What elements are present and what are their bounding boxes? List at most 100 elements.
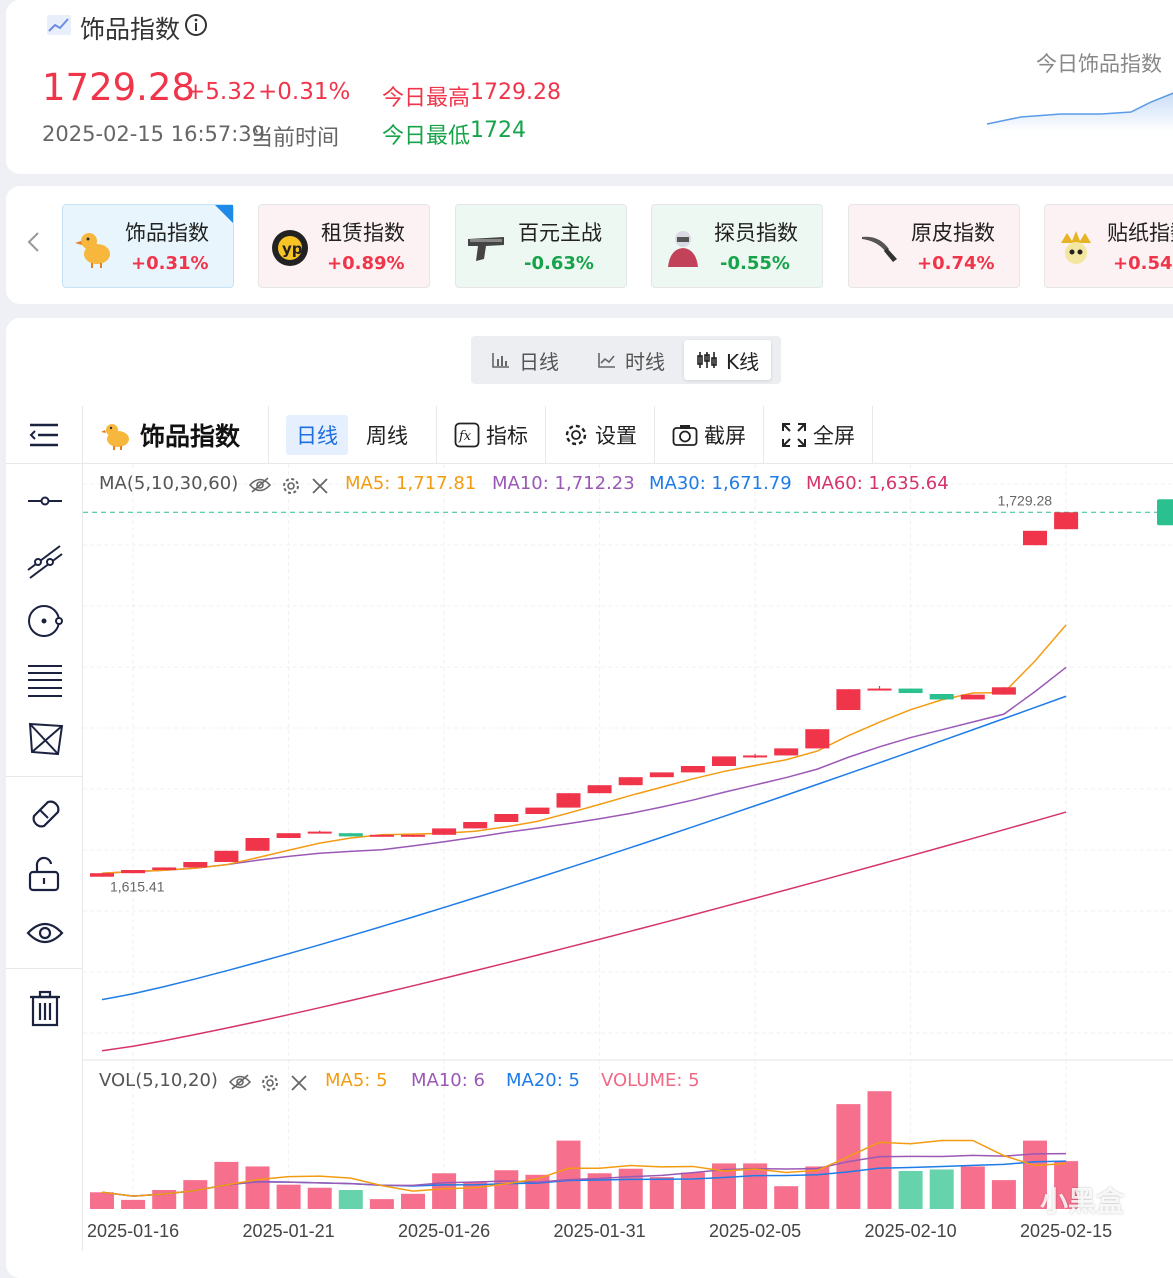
candle-body [121, 870, 146, 874]
candle-body [960, 694, 985, 700]
toolbar-divider [82, 406, 83, 464]
volume-bar [774, 1186, 799, 1209]
ma-close-icon[interactable] [311, 477, 329, 495]
candle-body [183, 862, 208, 868]
candle-body [432, 828, 457, 835]
settings-label: 设置 [595, 424, 637, 448]
x-tick-label: 2025-02-05 [709, 1221, 801, 1241]
svg-text:yp: yp [282, 240, 303, 258]
current-time-label: 当前时间 [251, 126, 340, 151]
index-card-name: 租赁指数 [321, 221, 405, 245]
volume-bar [898, 1171, 923, 1209]
hide-vol-eye-icon[interactable] [229, 1073, 251, 1091]
tools-group-divider [6, 968, 82, 969]
screenshot-label: 截屏 [704, 424, 746, 448]
volume-bar [618, 1168, 643, 1209]
info-icon[interactable] [184, 13, 208, 41]
kline-chart[interactable]: 1,729.28 1,615.41 2025-01-16 2025-01-21 2025… [83, 464, 1173, 1251]
camera-icon [672, 425, 698, 446]
drawing-menu-button[interactable] [28, 406, 60, 464]
fullscreen-button[interactable]: 全屏 [781, 406, 855, 464]
trash-icon[interactable] [28, 990, 62, 1028]
visibility-eye-icon[interactable] [26, 918, 64, 948]
tab-kline[interactable]: K线 [684, 340, 772, 380]
volume-bar [401, 1193, 425, 1209]
vol-ma10-value: MA10: 6 [411, 1070, 485, 1091]
index-card-name: 百元主战 [518, 221, 602, 245]
x-tick-label: 2025-01-31 [554, 1221, 646, 1241]
volume-bar [432, 1173, 457, 1209]
index-card[interactable]: 百元主战 -0.63% [455, 204, 627, 288]
candle-body [1023, 530, 1047, 546]
volume-bar [649, 1177, 674, 1209]
last-price-mark: 1,729.28 [998, 492, 1053, 508]
function-icon: fx [454, 422, 480, 448]
index-card[interactable]: yp 租赁指数 +0.89% [258, 204, 430, 288]
candle-body [245, 838, 270, 851]
polygon-tool-icon[interactable] [26, 720, 66, 760]
watermark: 小黑盒 [1040, 1185, 1125, 1218]
period-week-button[interactable]: 周线 [366, 406, 408, 464]
low-price-mark: 1,615.41 [110, 879, 165, 895]
index-card-change: +0.89% [327, 253, 405, 274]
candle-body [836, 689, 861, 710]
mini-intraday-chart [986, 92, 1173, 132]
candle-body [401, 834, 425, 837]
volume-bar [245, 1166, 270, 1209]
index-card[interactable]: 原皮指数 +0.74% [848, 204, 1020, 288]
index-card-change: +0.31% [131, 253, 209, 274]
index-card[interactable]: 饰品指数 +0.31% [62, 204, 234, 288]
tab-kline-label: K线 [726, 349, 760, 374]
index-card[interactable]: 贴纸指数 +0.54% [1044, 204, 1173, 288]
candle-body [152, 867, 177, 870]
ma5-line [101, 624, 1067, 874]
menu-collapse-icon [29, 423, 58, 447]
unlock-icon[interactable] [28, 856, 62, 894]
indicator-button[interactable]: fx 指标 [454, 406, 528, 464]
toolbar-divider [436, 406, 437, 464]
index-carousel: 饰品指数 +0.31% yp 租赁指数 +0.89% 百元主战 -0.63% 探员指数 -0.5… [6, 186, 1173, 304]
volume-bar [276, 1184, 301, 1209]
vol-ma20-value: MA20: 5 [506, 1070, 580, 1091]
pistol-icon [466, 227, 508, 269]
fibonacci-tool-icon[interactable] [26, 663, 64, 699]
period-day-button[interactable]: 日线 [286, 415, 348, 455]
circle-tool-icon[interactable] [26, 603, 64, 639]
candle-body [556, 793, 581, 808]
volume-bar [338, 1190, 363, 1209]
hide-ma-eye-icon[interactable] [249, 476, 271, 494]
ma-settings-gear-icon[interactable] [281, 476, 301, 496]
symbol-selector[interactable]: 饰品指数 [100, 406, 240, 464]
volume-bar [121, 1199, 146, 1209]
vol-close-icon[interactable] [290, 1074, 308, 1092]
candle-body [805, 729, 830, 749]
index-card[interactable]: 探员指数 -0.55% [651, 204, 823, 288]
candle-body [494, 814, 519, 822]
candle-body [463, 822, 488, 829]
carousel-prev-icon[interactable] [24, 230, 44, 258]
svg-text:fx: fx [458, 429, 472, 444]
today-high-value: 1729.28 [470, 80, 561, 105]
tab-hourly[interactable]: 时线 [585, 340, 677, 380]
candle-body [680, 766, 705, 773]
settings-button[interactable]: 设置 [563, 406, 637, 464]
screenshot-button[interactable]: 截屏 [672, 406, 746, 464]
candle-body [898, 688, 923, 694]
horizontal-line-tool-icon[interactable] [26, 488, 64, 514]
magnet-icon[interactable] [26, 794, 64, 832]
tools-group-divider [6, 776, 82, 777]
candle-body [991, 687, 1016, 695]
volume-bar [494, 1170, 519, 1209]
current-price: 1729.28 [42, 66, 196, 109]
tab-daily[interactable]: 日线 [479, 340, 571, 380]
volume-bar [369, 1199, 394, 1209]
trend-line-tool-icon[interactable] [26, 542, 64, 580]
candle-body [587, 785, 612, 794]
view-mode-tabs: 日线 时线 K线 [471, 336, 781, 384]
candle-body [90, 873, 114, 877]
vol-settings-gear-icon[interactable] [260, 1073, 280, 1093]
candle-body [649, 772, 674, 778]
candle-body [307, 831, 332, 834]
volume-bar [556, 1140, 581, 1209]
candle-body [369, 834, 394, 837]
